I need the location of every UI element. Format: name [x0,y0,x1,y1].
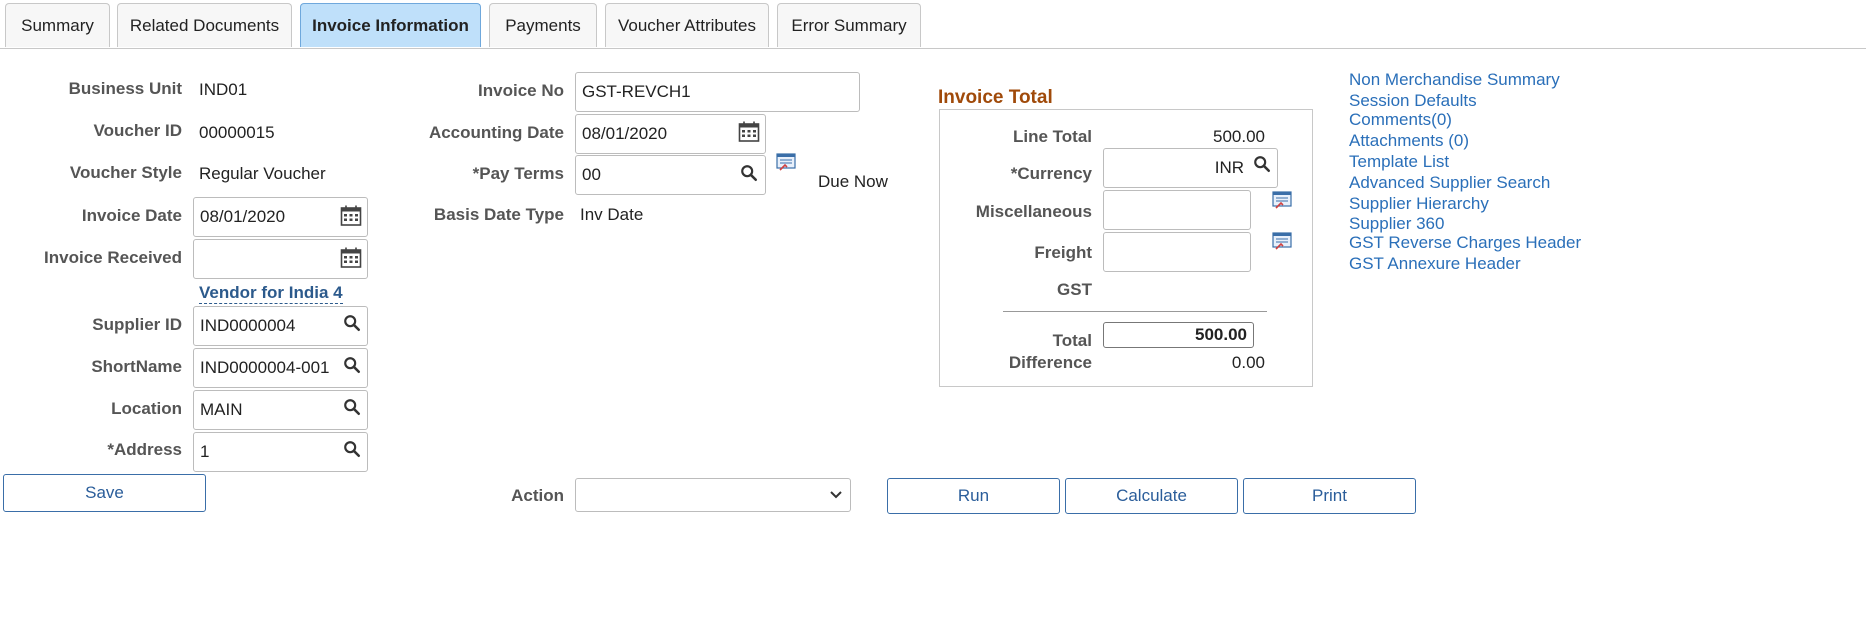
calculate-button[interactable]: Calculate [1065,478,1238,514]
address-value: 1 [200,442,210,461]
link-gst-reverse-charges-header[interactable]: GST Reverse Charges Header [1349,233,1581,253]
miscellaneous-field[interactable] [1103,190,1251,230]
tab-label: Error Summary [791,16,907,35]
total-field[interactable]: 500.00 [1103,322,1254,348]
tab-label: Invoice Information [312,16,469,35]
invoice-no-field[interactable]: GST-REVCH1 [575,72,860,112]
detail-page-icon[interactable] [776,153,796,171]
detail-page-icon[interactable] [1272,232,1292,250]
tab-label: Summary [21,16,94,35]
voucher-style-label: Voucher Style [69,163,182,182]
chevron-down-icon [830,491,842,499]
total-value: 500.00 [1195,325,1247,344]
tab-payments[interactable]: Payments [489,3,597,47]
search-icon[interactable] [343,314,361,332]
difference-value: 0.00 [1231,353,1265,372]
tab-invoice-information[interactable]: Invoice Information [300,3,481,47]
address-label: *Address [107,440,182,459]
pay-terms-label: *Pay Terms [472,164,564,183]
tab-label: Voucher Attributes [618,16,756,35]
shortname-value: IND0000004-001 [200,358,330,377]
accounting-date-value: 08/01/2020 [582,124,668,143]
freight-label: Freight [1034,243,1092,262]
calendar-icon[interactable] [738,121,760,143]
search-icon[interactable] [1253,155,1271,173]
link-attachments[interactable]: Attachments (0) [1349,131,1469,151]
print-button[interactable]: Print [1243,478,1416,514]
vendor-link[interactable]: Vendor for India 4 [199,283,343,304]
tab-summary[interactable]: Summary [5,3,110,47]
currency-label: *Currency [1010,164,1092,183]
calendar-icon[interactable] [340,247,362,269]
link-gst-annexure-header[interactable]: GST Annexure Header [1349,254,1521,274]
difference-label: Difference [1008,353,1092,372]
calendar-icon[interactable] [340,205,362,227]
freight-field[interactable] [1103,232,1251,272]
location-label: Location [111,399,182,418]
invoice-received-label: Invoice Received [44,248,182,267]
tab-error-summary[interactable]: Error Summary [777,3,921,47]
invoice-no-label: Invoice No [478,81,564,100]
save-button[interactable]: Save [3,474,206,512]
business-unit-label: Business Unit [68,79,182,98]
total-divider [1003,311,1267,312]
miscellaneous-label: Miscellaneous [975,202,1092,221]
link-supplier-hierarchy[interactable]: Supplier Hierarchy [1349,194,1489,214]
supplier-id-value: IND0000004 [200,316,296,335]
tab-label: Related Documents [129,16,280,35]
accounting-date-label: Accounting Date [428,123,564,142]
due-now-text: Due Now [818,172,888,191]
total-label: Total [1052,331,1092,350]
link-comments[interactable]: Comments(0) [1349,110,1452,130]
address-field[interactable]: 1 [193,432,368,472]
business-unit-value: IND01 [199,80,248,99]
shortname-label: ShortName [91,357,182,376]
tab-related-documents[interactable]: Related Documents [117,3,292,47]
voucher-style-value: Regular Voucher [199,164,326,183]
basis-date-type-value: Inv Date [580,205,644,224]
search-icon[interactable] [343,356,361,374]
tab-voucher-attributes[interactable]: Voucher Attributes [605,3,769,47]
action-label: Action [511,486,564,505]
invoice-total-title: Invoice Total [938,87,1053,108]
tab-label: Payments [505,16,581,35]
voucher-id-value: 00000015 [199,123,275,142]
pay-terms-value: 00 [582,165,601,184]
run-button[interactable]: Run [887,478,1060,514]
line-total-value: 500.00 [1213,127,1265,146]
location-value: MAIN [200,400,243,419]
supplier-id-field[interactable]: IND0000004 [193,306,368,346]
invoice-date-label: Invoice Date [81,206,182,225]
action-select[interactable] [575,478,851,512]
detail-page-icon[interactable] [1272,191,1292,209]
currency-field[interactable]: INR [1103,148,1278,188]
supplier-id-label: Supplier ID [92,315,182,334]
gst-label: GST [1057,280,1092,299]
invoice-no-value: GST-REVCH1 [582,82,691,101]
search-icon[interactable] [343,440,361,458]
link-advanced-supplier-search[interactable]: Advanced Supplier Search [1349,173,1550,193]
currency-value: INR [1214,158,1244,177]
link-supplier-360[interactable]: Supplier 360 [1349,214,1444,234]
location-field[interactable]: MAIN [193,390,368,430]
search-icon[interactable] [343,398,361,416]
pay-terms-field[interactable]: 00 [575,155,766,195]
link-session-defaults[interactable]: Session Defaults [1349,91,1477,111]
link-template-list[interactable]: Template List [1349,152,1449,172]
link-non-merchandise-summary[interactable]: Non Merchandise Summary [1349,70,1560,90]
search-icon[interactable] [740,164,758,182]
voucher-id-label: Voucher ID [93,121,182,140]
shortname-field[interactable]: IND0000004-001 [193,348,368,388]
invoice-date-value: 08/01/2020 [200,207,286,226]
tab-bar: Summary Related Documents Invoice Inform… [0,0,1866,49]
basis-date-type-label: Basis Date Type [433,205,564,224]
line-total-label: Line Total [1012,127,1092,146]
